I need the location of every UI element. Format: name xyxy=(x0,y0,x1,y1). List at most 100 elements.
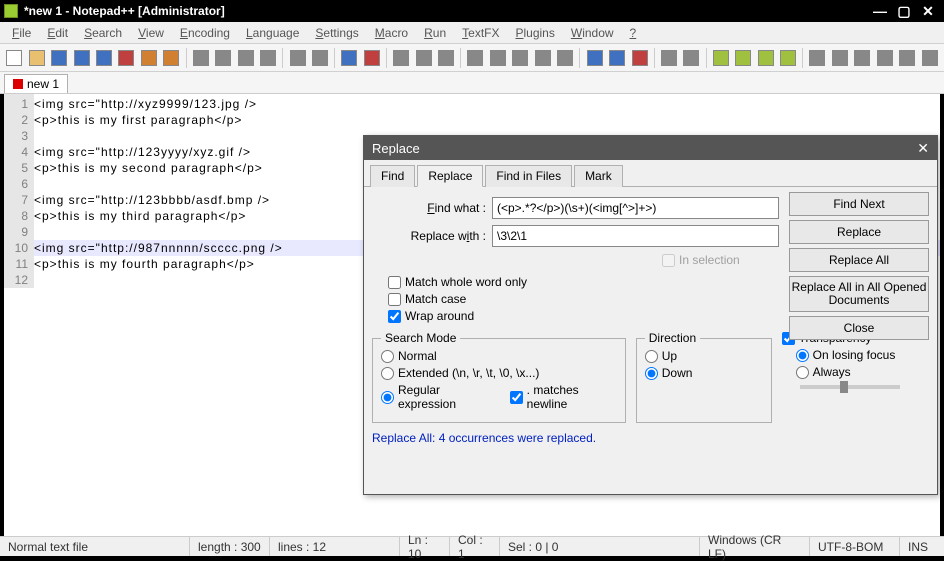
code-line[interactable]: <img src="http://xyz9999/123.jpg /> xyxy=(34,96,940,112)
toolbar-button-20[interactable] xyxy=(391,47,411,69)
toolbar-button-14[interactable] xyxy=(287,47,307,69)
radio-up[interactable]: Up xyxy=(645,349,763,363)
slider-thumb[interactable] xyxy=(840,381,848,393)
toolbar-button-7[interactable] xyxy=(161,47,181,69)
replace-all-button[interactable]: Replace All xyxy=(789,248,929,272)
menu-plugins[interactable]: Plugins xyxy=(509,24,560,42)
toolbar-button-25[interactable] xyxy=(488,47,508,69)
toolbar-button-5[interactable] xyxy=(116,47,136,69)
dialog-tab-replace[interactable]: Replace xyxy=(417,165,483,187)
toolbar-button-21[interactable] xyxy=(413,47,433,69)
menu-textfx[interactable]: TextFX xyxy=(456,24,505,42)
search-mode-group: Search Mode Normal Extended (\n, \r, \t,… xyxy=(372,331,626,423)
line-number: 5 xyxy=(4,160,34,176)
toolbar-icon xyxy=(438,50,454,66)
radio-regex[interactable]: Regular expression . matches newline xyxy=(381,383,617,411)
minimize-button[interactable]: — xyxy=(868,3,892,19)
toolbar-button-45[interactable] xyxy=(875,47,895,69)
radio-always[interactable]: Always xyxy=(796,365,929,379)
toolbar-button-9[interactable] xyxy=(191,47,211,69)
replace-all-open-button[interactable]: Replace All in All Opened Documents xyxy=(789,276,929,312)
document-tab[interactable]: new 1 xyxy=(4,74,68,93)
replace-with-input[interactable] xyxy=(492,225,779,247)
toolbar-button-12[interactable] xyxy=(258,47,278,69)
menu-settings[interactable]: Settings xyxy=(309,24,364,42)
toolbar-button-0[interactable] xyxy=(4,47,24,69)
toolbar-button-38[interactable] xyxy=(733,47,753,69)
menu-window[interactable]: Window xyxy=(565,24,620,42)
toolbar-icon xyxy=(238,50,254,66)
code-line[interactable]: <p>this is my first paragraph</p> xyxy=(34,112,940,128)
radio-on-focus-label: On losing focus xyxy=(813,348,896,362)
status-type: Normal text file xyxy=(0,537,190,556)
radio-extended[interactable]: Extended (\n, \r, \t, \0, \x...) xyxy=(381,366,617,380)
dialog-tab-mark[interactable]: Mark xyxy=(574,165,623,187)
toolbar-button-44[interactable] xyxy=(852,47,872,69)
toolbar-button-22[interactable] xyxy=(436,47,456,69)
menu-file[interactable]: File xyxy=(6,24,37,42)
toolbar-icon xyxy=(557,50,573,66)
radio-normal[interactable]: Normal xyxy=(381,349,617,363)
menu-macro[interactable]: Macro xyxy=(369,24,414,42)
dialog-close-icon[interactable]: ✕ xyxy=(917,140,929,157)
toolbar-button-2[interactable] xyxy=(49,47,69,69)
toolbar-button-1[interactable] xyxy=(26,47,46,69)
find-what-input[interactable] xyxy=(492,197,779,219)
toolbar-button-37[interactable] xyxy=(711,47,731,69)
window-title: *new 1 - Notepad++ [Administrator] xyxy=(24,4,868,18)
toolbar-button-28[interactable] xyxy=(555,47,575,69)
menu-edit[interactable]: Edit xyxy=(41,24,74,42)
toolbar-button-35[interactable] xyxy=(681,47,701,69)
toolbar-icon xyxy=(74,50,90,66)
toolbar-icon xyxy=(141,50,157,66)
toolbar-icon xyxy=(96,50,112,66)
menu-language[interactable]: Language xyxy=(240,24,305,42)
menu-[interactable]: ? xyxy=(624,24,643,42)
toolbar-button-27[interactable] xyxy=(533,47,553,69)
toolbar-button-3[interactable] xyxy=(71,47,91,69)
toolbar-button-15[interactable] xyxy=(310,47,330,69)
transparency-slider[interactable] xyxy=(800,385,900,389)
toolbar-button-4[interactable] xyxy=(94,47,114,69)
toolbar-button-47[interactable] xyxy=(920,47,940,69)
toolbar-button-42[interactable] xyxy=(807,47,827,69)
toolbar-button-10[interactable] xyxy=(213,47,233,69)
status-sel: Sel : 0 | 0 xyxy=(500,537,700,556)
menu-encoding[interactable]: Encoding xyxy=(174,24,236,42)
radio-down[interactable]: Down xyxy=(645,366,763,380)
toolbar-button-24[interactable] xyxy=(465,47,485,69)
status-col: Col : 1 xyxy=(450,537,500,556)
toolbar-icon xyxy=(290,50,306,66)
toolbar-button-11[interactable] xyxy=(235,47,255,69)
toolbar-button-30[interactable] xyxy=(584,47,604,69)
toolbar-button-6[interactable] xyxy=(139,47,159,69)
toolbar-button-40[interactable] xyxy=(778,47,798,69)
toolbar-button-31[interactable] xyxy=(607,47,627,69)
menu-run[interactable]: Run xyxy=(418,24,452,42)
close-button[interactable]: ✕ xyxy=(916,3,940,20)
toolbar-button-17[interactable] xyxy=(339,47,359,69)
menu-search[interactable]: Search xyxy=(78,24,128,42)
toolbar-button-32[interactable] xyxy=(629,47,649,69)
radio-down-label: Down xyxy=(662,366,693,380)
status-mode: INS xyxy=(900,537,936,556)
toolbar-button-26[interactable] xyxy=(510,47,530,69)
find-next-button[interactable]: Find Next xyxy=(789,192,929,216)
toolbar-button-34[interactable] xyxy=(659,47,679,69)
maximize-button[interactable]: ▢ xyxy=(892,3,916,20)
toolbar-icon xyxy=(467,50,483,66)
toolbar-icon xyxy=(341,50,357,66)
radio-on-focus[interactable]: On losing focus xyxy=(796,348,929,362)
menu-view[interactable]: View xyxy=(132,24,170,42)
dialog-tab-find-in-files[interactable]: Find in Files xyxy=(485,165,572,187)
replace-button[interactable]: Replace xyxy=(789,220,929,244)
toolbar-button-39[interactable] xyxy=(755,47,775,69)
dialog-tab-find[interactable]: Find xyxy=(370,165,415,187)
toolbar-button-43[interactable] xyxy=(830,47,850,69)
dot-matches-newline-checkbox[interactable] xyxy=(510,391,523,404)
unsaved-icon xyxy=(13,79,23,89)
toolbar-button-18[interactable] xyxy=(362,47,382,69)
toolbar-button-46[interactable] xyxy=(897,47,917,69)
dialog-title: Replace xyxy=(372,141,420,156)
close-button[interactable]: Close xyxy=(789,316,929,340)
